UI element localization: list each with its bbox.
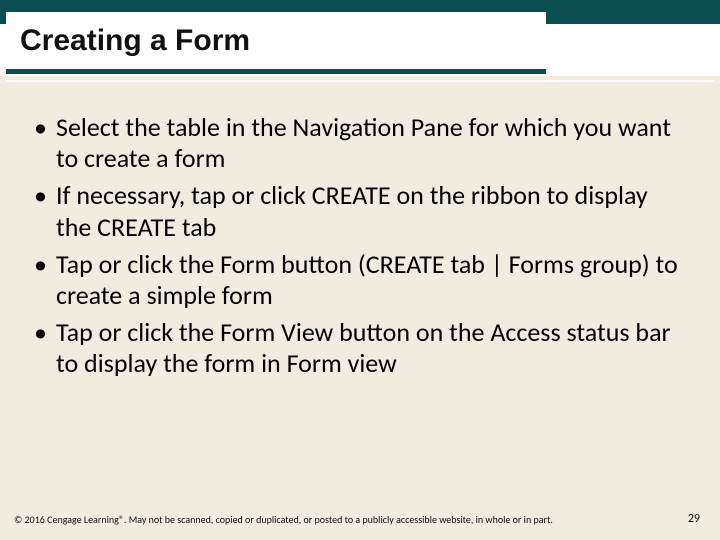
slide-title: Creating a Form (20, 24, 250, 58)
list-item: Tap or click the Form View button on the… (34, 317, 686, 379)
bullet-text: Select the table in the Navigation Pane … (56, 111, 671, 174)
title-underline (6, 80, 714, 82)
bullet-text: If necessary, tap or click CREATE on the… (56, 179, 648, 242)
title-block: Creating a Form (6, 12, 546, 74)
bullet-text: Tap or click the Form View button on the… (56, 316, 671, 379)
list-item: If necessary, tap or click CREATE on the… (34, 180, 686, 242)
bullet-list: Select the table in the Navigation Pane … (34, 112, 686, 386)
list-item: Tap or click the Form button (CREATE tab… (34, 249, 686, 311)
slide: Creating a Form Select the table in the … (0, 0, 720, 540)
slide-footer: © 2016 Cengage Learning®. May not be sca… (14, 512, 706, 526)
list-item: Select the table in the Navigation Pane … (34, 112, 686, 174)
bullet-text: Tap or click the Form button (CREATE tab… (56, 248, 678, 311)
copyright-text: © 2016 Cengage Learning®. May not be sca… (14, 514, 553, 526)
page-number: 29 (688, 512, 706, 526)
